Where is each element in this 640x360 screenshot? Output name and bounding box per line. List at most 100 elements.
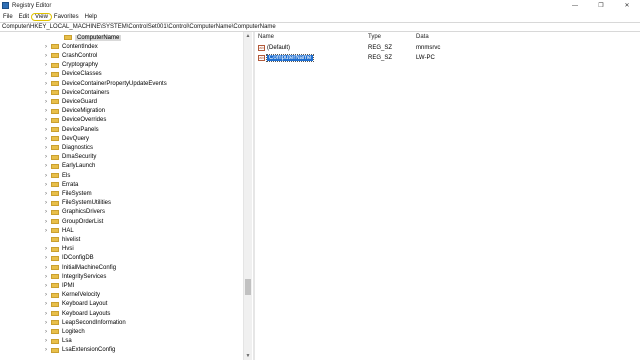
chevron-right-icon[interactable]: › <box>43 301 49 307</box>
tree-item[interactable]: › IPMI <box>43 281 74 290</box>
chevron-right-icon[interactable]: › <box>43 145 49 151</box>
tree-item[interactable]: › GraphicsDrivers <box>43 208 105 217</box>
chevron-right-icon[interactable]: › <box>43 53 49 59</box>
chevron-right-icon[interactable]: › <box>43 127 49 133</box>
chevron-right-icon[interactable]: › <box>43 274 49 280</box>
value-row[interactable]: ab (Default) REG_SZ mnmsrvc <box>256 43 640 52</box>
restore-button[interactable]: ❐ <box>588 0 614 11</box>
chevron-right-icon[interactable]: › <box>43 182 49 188</box>
tree-item[interactable]: › Errata <box>43 180 78 189</box>
chevron-right-icon[interactable]: › <box>43 329 49 335</box>
tree-item[interactable]: › DeviceGuard <box>43 97 97 106</box>
tree-item[interactable]: › FileSystemUtilities <box>43 199 111 208</box>
chevron-right-icon[interactable]: › <box>43 209 49 215</box>
chevron-right-icon[interactable]: › <box>43 173 49 179</box>
tree-item[interactable]: › Lsa <box>43 337 72 346</box>
chevron-right-icon[interactable]: › <box>43 265 49 271</box>
pane-splitter[interactable] <box>253 32 255 360</box>
menu-file[interactable]: File <box>0 14 16 20</box>
chevron-right-icon[interactable]: › <box>43 81 49 87</box>
folder-icon <box>51 90 59 96</box>
tree-item[interactable]: › Hvsi <box>43 245 74 254</box>
chevron-right-icon[interactable]: › <box>43 108 49 114</box>
tree-item[interactable]: › Cryptography <box>43 61 98 70</box>
menu-view[interactable]: View <box>31 12 52 21</box>
tree-item[interactable]: ComputerName <box>56 33 122 42</box>
chevron-right-icon[interactable]: › <box>43 154 49 160</box>
title-bar: Registry Editor — ❐ ✕ <box>0 0 640 11</box>
menu-bar: File Edit View Favorites Help <box>0 11 640 22</box>
chevron-right-icon[interactable]: › <box>43 347 49 353</box>
tree-item[interactable]: › FileSystem <box>43 189 92 198</box>
chevron-right-icon[interactable]: › <box>43 136 49 142</box>
chevron-right-icon[interactable]: › <box>43 191 49 197</box>
tree-item[interactable]: › Keyboard Layouts <box>43 309 110 318</box>
tree-item[interactable]: › Logitech <box>43 327 85 336</box>
chevron-right-icon[interactable]: › <box>43 311 49 317</box>
menu-help[interactable]: Help <box>82 14 100 20</box>
tree-item[interactable]: › DeviceClasses <box>43 70 102 79</box>
tree-item-label: Errata <box>62 181 79 188</box>
folder-icon <box>51 283 59 289</box>
chevron-right-icon[interactable]: › <box>43 292 49 298</box>
tree-item[interactable]: › LsaExtensionConfig <box>43 346 115 355</box>
chevron-right-icon[interactable]: › <box>43 117 49 123</box>
value-name-cell: ab (Default) <box>258 43 290 52</box>
folder-icon <box>51 329 59 335</box>
column-header-type[interactable]: Type <box>368 34 381 40</box>
chevron-right-icon[interactable]: › <box>43 246 49 252</box>
folder-icon <box>51 301 59 307</box>
tree-item-label: InitialMachineConfig <box>62 264 117 271</box>
chevron-right-icon[interactable]: › <box>43 62 49 68</box>
chevron-right-icon[interactable]: › <box>43 228 49 234</box>
value-row[interactable]: ab ComputerName REG_SZ LW-PC <box>256 53 640 62</box>
tree-item[interactable]: › DeviceOverrides <box>43 116 106 125</box>
close-button[interactable]: ✕ <box>614 0 640 11</box>
tree-item[interactable]: › Keyboard Layout <box>43 300 107 309</box>
tree-item[interactable]: › LeapSecondInformation <box>43 318 126 327</box>
tree-item[interactable]: › InitialMachineConfig <box>43 263 116 272</box>
scroll-thumb[interactable] <box>245 279 251 295</box>
menu-favorites[interactable]: Favorites <box>51 14 82 20</box>
tree-item[interactable]: › ContentIndex <box>43 42 98 51</box>
tree-item-label: IntegrityServices <box>62 273 107 280</box>
address-bar[interactable]: Computer\HKEY_LOCAL_MACHINE\SYSTEM\Contr… <box>0 22 640 32</box>
minimize-button[interactable]: — <box>562 0 588 11</box>
tree-item[interactable]: › DevicePanels <box>43 125 99 134</box>
chevron-right-icon[interactable]: › <box>43 255 49 261</box>
tree-item[interactable]: › DeviceContainers <box>43 88 109 97</box>
chevron-right-icon[interactable]: › <box>43 163 49 169</box>
chevron-right-icon[interactable]: › <box>43 219 49 225</box>
chevron-right-icon[interactable]: › <box>43 320 49 326</box>
tree-item-label: GraphicsDrivers <box>62 209 106 216</box>
chevron-right-icon[interactable]: › <box>43 90 49 96</box>
menu-edit[interactable]: Edit <box>16 14 32 20</box>
chevron-right-icon[interactable]: › <box>43 71 49 77</box>
scroll-up-icon[interactable]: ▲ <box>244 32 252 40</box>
folder-icon <box>51 237 59 243</box>
tree-item[interactable]: hivelist <box>43 235 80 244</box>
column-header-data[interactable]: Data <box>416 34 429 40</box>
tree-item[interactable]: › Els <box>43 171 70 180</box>
chevron-right-icon[interactable]: › <box>43 338 49 344</box>
tree-item[interactable]: › DeviceContainerPropertyUpdateEvents <box>43 79 167 88</box>
tree-item[interactable]: › KernelVelocity <box>43 291 100 300</box>
tree-item[interactable]: › GroupOrderList <box>43 217 103 226</box>
tree-item[interactable]: › CrashControl <box>43 51 97 60</box>
folder-icon <box>64 35 72 40</box>
tree-item[interactable]: › EarlyLaunch <box>43 162 95 171</box>
scroll-down-icon[interactable]: ▼ <box>244 352 252 360</box>
tree-item[interactable]: › DmaSecurity <box>43 153 96 162</box>
tree-item[interactable]: › DevQuery <box>43 134 89 143</box>
tree-item[interactable]: › Diagnostics <box>43 143 93 152</box>
tree-item[interactable]: › DeviceMigration <box>43 107 105 116</box>
tree-item[interactable]: › IntegrityServices <box>43 272 106 281</box>
tree-item[interactable]: › HAL <box>43 226 74 235</box>
column-header-name[interactable]: Name <box>258 34 274 40</box>
chevron-right-icon[interactable]: › <box>43 200 49 206</box>
chevron-right-icon[interactable]: › <box>43 44 49 50</box>
chevron-right-icon[interactable]: › <box>43 283 49 289</box>
chevron-right-icon[interactable]: › <box>43 99 49 105</box>
tree-scrollbar[interactable]: ▲ ▼ <box>243 32 252 360</box>
tree-item[interactable]: › IDConfigDB <box>43 254 94 263</box>
